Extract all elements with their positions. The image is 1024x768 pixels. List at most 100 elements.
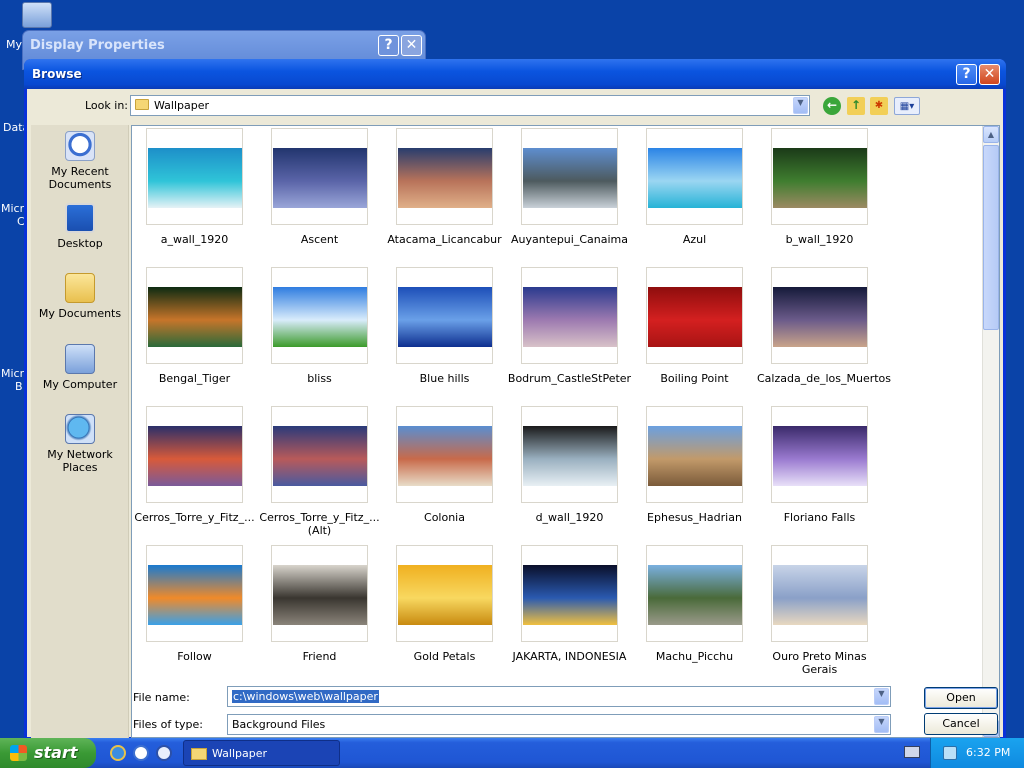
wallpaper-item[interactable]: Calzada_de_los_Muertos bbox=[757, 267, 891, 385]
new-folder-icon[interactable]: ✱ bbox=[870, 97, 888, 115]
wallpaper-item[interactable]: Atacama_Licancabur bbox=[382, 128, 507, 246]
wallpaper-name[interactable]: Bengal_Tiger bbox=[132, 372, 257, 385]
wallpaper-item[interactable]: Boiling Point bbox=[632, 267, 757, 385]
scroll-up-button[interactable]: ▲ bbox=[983, 126, 999, 143]
wallpaper-item[interactable]: Cerros_Torre_y_Fitz_... bbox=[132, 406, 257, 524]
wallpaper-thumbnail[interactable] bbox=[273, 287, 367, 347]
wallpaper-item[interactable]: Ascent bbox=[257, 128, 382, 246]
wallpaper-name[interactable]: d_wall_1920 bbox=[507, 511, 632, 524]
wallpaper-item[interactable]: Gold Petals bbox=[382, 545, 507, 663]
thumbnail-frame[interactable] bbox=[146, 406, 243, 503]
wallpaper-thumbnail[interactable] bbox=[523, 565, 617, 625]
wallpaper-thumbnail[interactable] bbox=[773, 287, 867, 347]
look-in-dropdown[interactable]: Wallpaper ▼ bbox=[130, 95, 810, 116]
network-tray-icon[interactable] bbox=[943, 746, 957, 760]
wallpaper-item[interactable]: Colonia bbox=[382, 406, 507, 524]
thumbnail-frame[interactable] bbox=[646, 545, 743, 642]
thumbnail-frame[interactable] bbox=[521, 406, 618, 503]
thumbnail-frame[interactable] bbox=[646, 267, 743, 364]
wallpaper-thumbnail[interactable] bbox=[773, 148, 867, 208]
thumbnail-frame[interactable] bbox=[271, 128, 368, 225]
chevron-down-icon[interactable]: ▼ bbox=[793, 97, 808, 114]
wallpaper-name[interactable]: a_wall_1920 bbox=[132, 233, 257, 246]
wallpaper-item[interactable]: Follow bbox=[132, 545, 257, 663]
thumbnail-frame[interactable] bbox=[271, 406, 368, 503]
wallpaper-item[interactable]: d_wall_1920 bbox=[507, 406, 632, 524]
wallpaper-thumbnail[interactable] bbox=[398, 148, 492, 208]
thumbnail-frame[interactable] bbox=[146, 267, 243, 364]
wallpaper-item[interactable]: Friend bbox=[257, 545, 382, 663]
chevron-down-icon[interactable]: ▼ bbox=[874, 716, 889, 733]
up-folder-icon[interactable]: ↑ bbox=[847, 97, 865, 115]
wallpaper-item[interactable]: bliss bbox=[257, 267, 382, 385]
wallpaper-item[interactable]: a_wall_1920 bbox=[132, 128, 257, 246]
thumbnail-frame[interactable] bbox=[396, 545, 493, 642]
thumbnail-frame[interactable] bbox=[396, 267, 493, 364]
thumbnail-frame[interactable] bbox=[771, 128, 868, 225]
wallpaper-thumbnail[interactable] bbox=[148, 565, 242, 625]
chevron-down-icon[interactable]: ▼ bbox=[874, 688, 889, 705]
thumbnail-frame[interactable] bbox=[521, 545, 618, 642]
view-menu-icon[interactable]: ▦▾ bbox=[894, 97, 920, 115]
wallpaper-thumbnail[interactable] bbox=[273, 565, 367, 625]
thumbnail-frame[interactable] bbox=[271, 267, 368, 364]
wallpaper-item[interactable]: Auyantepui_Canaima bbox=[507, 128, 632, 246]
title-bar[interactable]: Browse ? ✕ bbox=[24, 59, 1006, 89]
wallpaper-name[interactable]: Boiling Point bbox=[632, 372, 757, 385]
wallpaper-thumbnail[interactable] bbox=[773, 426, 867, 486]
wallpaper-thumbnail[interactable] bbox=[273, 148, 367, 208]
files-of-type-dropdown[interactable]: Background Files ▼ bbox=[227, 714, 891, 735]
wallpaper-name[interactable]: Follow bbox=[132, 650, 257, 663]
place-my-computer[interactable]: My Computer bbox=[31, 344, 129, 391]
wallpaper-name[interactable]: Friend bbox=[257, 650, 382, 663]
close-button[interactable]: ✕ bbox=[401, 35, 422, 56]
scroll-thumb[interactable] bbox=[983, 145, 999, 330]
place-recent-documents[interactable]: My Recent Documents bbox=[31, 131, 129, 191]
wallpaper-thumbnail[interactable] bbox=[523, 287, 617, 347]
show-desktop-icon[interactable] bbox=[156, 745, 172, 761]
wallpaper-name[interactable]: Atacama_Licancabur bbox=[382, 233, 507, 246]
wallpaper-name[interactable]: Floriano Falls bbox=[757, 511, 882, 524]
back-icon[interactable]: ← bbox=[823, 97, 841, 115]
wallpaper-name[interactable]: Calzada_de_los_Muertos bbox=[757, 372, 891, 385]
thumbnail-frame[interactable] bbox=[771, 406, 868, 503]
wallpaper-name[interactable]: Azul bbox=[632, 233, 757, 246]
desktop-icon-label[interactable]: My bbox=[6, 38, 22, 51]
cancel-button[interactable]: Cancel bbox=[924, 713, 998, 735]
place-network-places[interactable]: My Network Places bbox=[31, 414, 129, 474]
place-desktop[interactable]: Desktop bbox=[31, 203, 129, 250]
wallpaper-item[interactable]: Blue hills bbox=[382, 267, 507, 385]
wallpaper-name[interactable]: b_wall_1920 bbox=[757, 233, 882, 246]
wallpaper-thumbnail[interactable] bbox=[648, 287, 742, 347]
wallpaper-thumbnail[interactable] bbox=[398, 287, 492, 347]
help-button[interactable]: ? bbox=[956, 64, 977, 85]
wallpaper-thumbnail[interactable] bbox=[648, 426, 742, 486]
clock[interactable]: 6:32 PM bbox=[966, 746, 1010, 759]
desktop-icon-label[interactable]: B bbox=[15, 380, 23, 393]
wallpaper-name[interactable]: JAKARTA, INDONESIA bbox=[507, 650, 632, 663]
wallpaper-thumbnail[interactable] bbox=[148, 426, 242, 486]
wallpaper-name[interactable]: Gold Petals bbox=[382, 650, 507, 663]
file-list[interactable]: a_wall_1920 Ascent Atacama_Licancabur Auyan… bbox=[131, 125, 1000, 738]
wallpaper-name[interactable]: Blue hills bbox=[382, 372, 507, 385]
wallpaper-thumbnail[interactable] bbox=[148, 148, 242, 208]
wallpaper-item[interactable]: Machu_Picchu bbox=[632, 545, 757, 663]
close-button[interactable]: ✕ bbox=[979, 64, 1000, 85]
wallpaper-thumbnail[interactable] bbox=[523, 426, 617, 486]
wallpaper-thumbnail[interactable] bbox=[398, 565, 492, 625]
wallpaper-name[interactable]: Cerros_Torre_y_Fitz_... (Alt) bbox=[257, 511, 382, 537]
thumbnail-frame[interactable] bbox=[396, 406, 493, 503]
wallpaper-item[interactable]: Azul bbox=[632, 128, 757, 246]
wallpaper-name[interactable]: Colonia bbox=[382, 511, 507, 524]
wallpaper-thumbnail[interactable] bbox=[648, 565, 742, 625]
wallpaper-item[interactable]: Cerros_Torre_y_Fitz_... (Alt) bbox=[257, 406, 382, 537]
place-my-documents[interactable]: My Documents bbox=[31, 273, 129, 320]
thumbnail-frame[interactable] bbox=[521, 128, 618, 225]
thumbnail-frame[interactable] bbox=[771, 545, 868, 642]
wallpaper-item[interactable]: Floriano Falls bbox=[757, 406, 882, 524]
thumbnail-frame[interactable] bbox=[271, 545, 368, 642]
vertical-scrollbar[interactable]: ▲ ▼ bbox=[982, 126, 999, 737]
thumbnail-frame[interactable] bbox=[146, 545, 243, 642]
thumbnail-frame[interactable] bbox=[146, 128, 243, 225]
wallpaper-name[interactable]: Machu_Picchu bbox=[632, 650, 757, 663]
